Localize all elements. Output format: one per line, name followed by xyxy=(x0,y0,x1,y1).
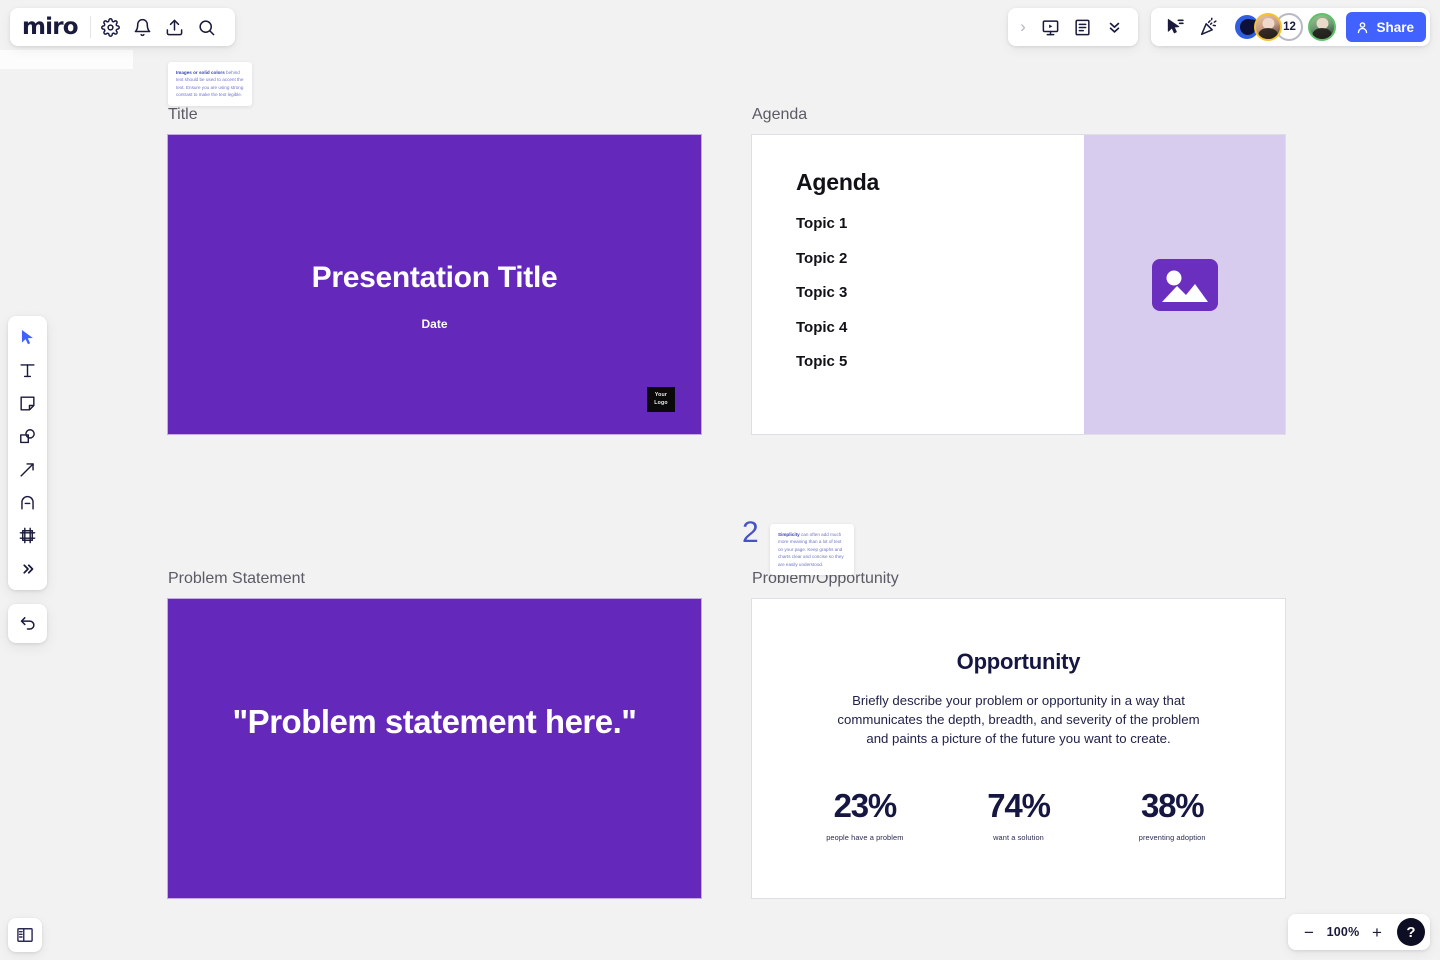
share-button[interactable]: Share xyxy=(1346,12,1426,42)
avatar-photo xyxy=(1256,15,1281,39)
text-icon xyxy=(20,364,35,378)
upload-icon[interactable] xyxy=(159,11,191,43)
tool-more[interactable] xyxy=(12,553,43,584)
celebrate-icon[interactable] xyxy=(1193,11,1225,43)
notifications-bell-icon[interactable] xyxy=(127,11,159,43)
stat-item: 74% want a solution xyxy=(942,789,1096,842)
settings-gear-icon[interactable] xyxy=(95,11,127,43)
frame-label-title[interactable]: Title xyxy=(168,106,198,124)
stat-label: want a solution xyxy=(993,833,1044,842)
tip-card-text: Simplicity can often add much more meani… xyxy=(778,531,846,568)
problem-statement-quote: "Problem statement here." xyxy=(232,703,637,740)
cursor-icon xyxy=(21,329,33,345)
agenda-content-panel: Agenda Topic 1 Topic 2 Topic 3 Topic 4 T… xyxy=(752,135,1086,434)
top-left-toolbar: miro xyxy=(10,8,235,46)
zoom-level-label[interactable]: 100% xyxy=(1324,925,1362,939)
tool-select[interactable] xyxy=(12,322,43,353)
chevrons-down-icon[interactable] xyxy=(1098,11,1130,43)
panel-toggle-icon xyxy=(17,928,33,942)
tool-sticky-note[interactable] xyxy=(12,388,43,419)
tip-rest-text: can often add much more meaning than a l… xyxy=(778,532,844,567)
arrow-icon xyxy=(20,463,34,477)
stat-value: 23% xyxy=(833,787,898,824)
expand-toolbar-chevron-icon[interactable]: › xyxy=(1012,11,1034,43)
zoom-in-button[interactable]: + xyxy=(1364,919,1390,945)
presentation-icon[interactable] xyxy=(1034,11,1066,43)
cursor-share-icon[interactable] xyxy=(1159,11,1191,43)
toolbar-divider xyxy=(89,16,91,38)
presentation-title-text: Presentation Title xyxy=(311,261,558,294)
opportunity-body-text: Briefly describe your problem or opportu… xyxy=(837,693,1200,747)
list-item[interactable]: Topic 1 xyxy=(796,215,847,232)
chevrons-right-icon xyxy=(22,563,33,574)
tip-lead-text: Simplicity xyxy=(778,532,800,537)
avatar[interactable] xyxy=(1254,13,1283,41)
tip-lead-text: Images or solid colors xyxy=(176,70,225,75)
notes-icon[interactable] xyxy=(1066,11,1098,43)
stat-value: 74% xyxy=(987,787,1051,824)
stat-label: preventing adoption xyxy=(1138,833,1206,842)
agenda-heading: Agenda xyxy=(796,169,880,195)
search-icon[interactable] xyxy=(191,11,223,43)
tool-shapes[interactable] xyxy=(12,421,43,452)
board-canvas[interactable]: Title Presentation Title Date Your Logo … xyxy=(0,0,1440,960)
left-tools-toolbar xyxy=(8,316,47,590)
shapes-icon xyxy=(20,429,35,444)
frame-problem-opportunity[interactable]: Opportunity Briefly describe your proble… xyxy=(751,598,1286,899)
undo-icon xyxy=(20,617,35,630)
top-right-tools-group: › xyxy=(1008,8,1138,46)
zoom-controls: − 100% + ? xyxy=(1288,914,1430,950)
tool-pen[interactable] xyxy=(12,487,43,518)
stat-value: 38% xyxy=(1140,787,1205,824)
undo-button[interactable] xyxy=(8,604,47,643)
stat-item: 23% people have a problem xyxy=(788,789,942,842)
frame-agenda[interactable]: Agenda Topic 1 Topic 2 Topic 3 Topic 4 T… xyxy=(751,134,1286,435)
toggle-panel-button[interactable] xyxy=(8,918,42,952)
opportunity-stats-row: 23% people have a problem 74% want a sol… xyxy=(788,789,1249,842)
avatar-photo xyxy=(1310,15,1335,39)
stat-label: people have a problem xyxy=(826,833,904,842)
tip-card-text: Images or solid colors behind text shoul… xyxy=(176,69,244,99)
tool-frame[interactable] xyxy=(12,520,43,551)
frame-title[interactable]: Presentation Title Date Your Logo xyxy=(167,134,702,435)
tool-text[interactable] xyxy=(12,355,43,386)
frame-label-agenda[interactable]: Agenda xyxy=(752,106,807,124)
collaborator-avatars: 12 xyxy=(1233,13,1337,41)
canvas-sheet-edge xyxy=(0,50,133,69)
your-logo-placeholder: Your Logo xyxy=(647,387,675,412)
miro-logo[interactable]: miro xyxy=(22,15,90,39)
miro-board-app: Title Presentation Title Date Your Logo … xyxy=(0,0,1440,960)
stat-item: 38% preventing adoption xyxy=(1095,789,1249,842)
sticky-note-icon xyxy=(20,396,35,411)
share-button-label: Share xyxy=(1376,19,1414,35)
list-item[interactable]: Topic 3 xyxy=(796,284,847,301)
zoom-out-button[interactable]: − xyxy=(1296,919,1322,945)
top-right-collaboration-group: 12 Share xyxy=(1151,8,1430,46)
image-placeholder-icon xyxy=(1151,258,1218,311)
frame-label-problem-statement[interactable]: Problem Statement xyxy=(168,570,305,588)
tip-card-images-solid-colors[interactable]: Images or solid colors behind text shoul… xyxy=(168,62,252,106)
frame-problem-statement[interactable]: "Problem statement here." xyxy=(167,598,702,899)
list-item[interactable]: Topic 5 xyxy=(796,353,847,370)
tip-card-simplicity[interactable]: Simplicity can often add much more meani… xyxy=(770,524,854,576)
help-button[interactable]: ? xyxy=(1397,918,1425,946)
agenda-image-panel xyxy=(1084,135,1285,434)
list-item[interactable]: Topic 2 xyxy=(796,250,847,267)
list-item[interactable]: Topic 4 xyxy=(796,319,847,336)
logo-line-2: Logo xyxy=(654,399,668,406)
presentation-date-text: Date xyxy=(421,317,448,331)
logo-line-1: Your xyxy=(654,391,668,398)
frame-icon xyxy=(19,527,36,544)
tip-number-2: 2 xyxy=(742,516,759,549)
agenda-topic-list: Topic 1 Topic 2 Topic 3 Topic 4 Topic 5 xyxy=(796,215,847,388)
person-icon xyxy=(1358,21,1368,33)
tool-connector[interactable] xyxy=(12,454,43,485)
pen-icon xyxy=(21,495,34,510)
opportunity-heading: Opportunity xyxy=(956,649,1081,674)
avatar[interactable] xyxy=(1308,13,1337,41)
